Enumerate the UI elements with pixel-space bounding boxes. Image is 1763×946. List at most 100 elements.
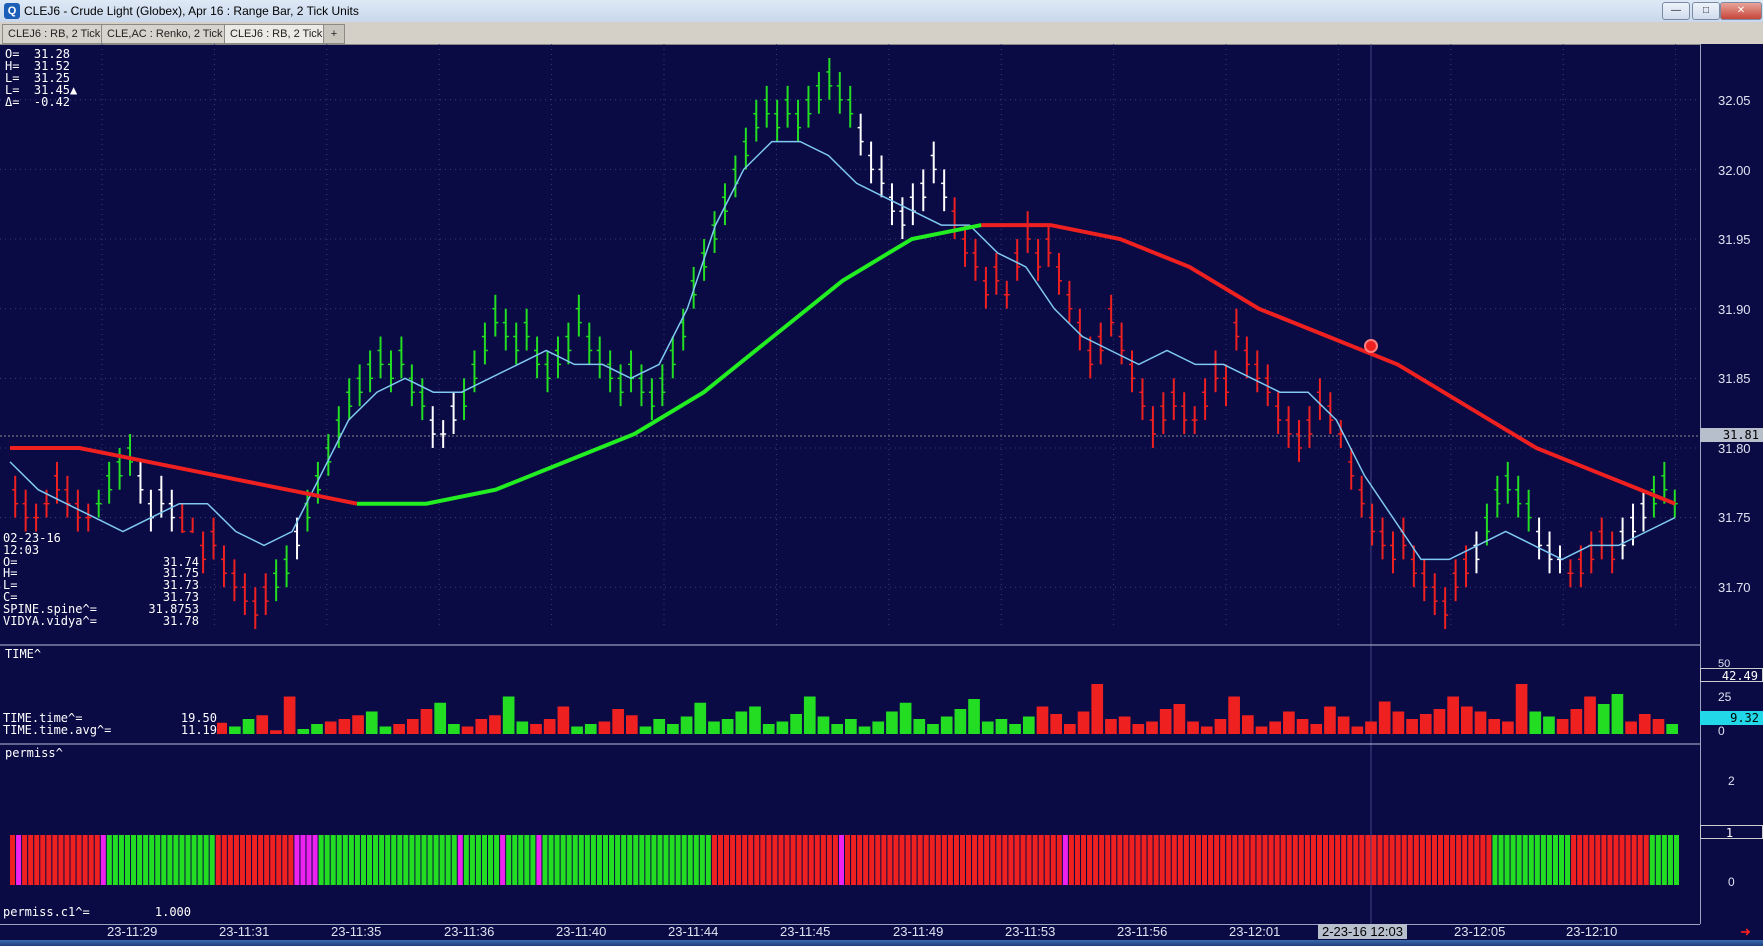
permiss-bar [481,835,488,885]
permiss-bar [1365,835,1371,885]
close-button[interactable]: ✕ [1720,2,1762,20]
time-axis-25: 25 [1718,690,1732,704]
permiss-bar [645,835,651,885]
time-bar [1324,706,1336,734]
time-axis-0: 0 [1718,724,1725,738]
permiss-bar [258,835,264,885]
time-bar [229,726,241,734]
permiss-bar [748,835,754,885]
permiss-bar [972,835,978,885]
permiss-bar [887,835,893,885]
permiss-bar [596,835,602,885]
current-price-box: 31.81 [1700,428,1763,442]
time-bar [311,724,323,734]
permiss-bar [766,835,772,885]
time-bar [1036,706,1049,734]
add-tab-button[interactable]: + [323,24,345,44]
permiss-bar [1226,835,1232,885]
time-bar [297,729,310,734]
permiss-bar [760,835,766,885]
price-label-31-85: 31.85 [1718,371,1751,386]
permiss-bar [451,835,457,885]
permiss-bar [530,835,536,885]
time-bar [612,709,624,734]
price-chart[interactable] [0,44,1700,924]
permiss-bar [796,835,802,885]
permiss-panel-title: permiss^ [5,746,63,760]
permiss-bar [227,835,233,885]
time-bar [639,726,652,734]
minimize-button[interactable]: — [1662,2,1690,20]
time-bar [516,721,529,734]
permiss-bar [590,835,596,885]
time-bar [1009,724,1021,734]
time-bar [475,719,488,734]
permiss-bar [1080,835,1087,885]
permiss-bar [22,835,28,885]
time-bar [1022,716,1035,734]
maximize-button[interactable]: □ [1692,2,1720,20]
permiss-data-window: permiss.c1^= 1.000 [3,906,191,918]
permiss-bar [1153,835,1159,885]
permiss-bar [536,835,542,885]
x-label: 23-11:29 [107,924,158,939]
tab-clej6-rb-2[interactable]: CLEJ6 : RB, 2 Tick [224,24,329,44]
time-bar [927,724,939,734]
permiss-bar [790,835,796,885]
time-bar [489,715,501,734]
time-bar [1187,721,1199,734]
permiss-bar [1268,835,1274,885]
data-value: 31.78 [162,613,199,628]
permiss-bar [1026,835,1032,885]
permiss-bar [1516,835,1522,885]
permiss-bar [10,835,16,885]
permiss-bar [348,835,354,885]
permiss-bar [651,835,657,885]
permiss-bar [1123,835,1129,885]
permiss-bar [506,835,512,885]
permiss-bar [869,835,875,885]
time-bar [845,719,857,734]
time-bar [1091,684,1104,734]
permiss-bar [875,835,881,885]
permiss-bar [1534,835,1540,885]
time-bar [1597,704,1610,734]
tab-clej6-rb-1[interactable]: CLEJ6 : RB, 2 Tick [2,24,107,44]
permiss-bar [360,835,366,885]
permiss-bar [373,835,379,885]
time-bar [1132,724,1145,734]
permiss-bar [1413,835,1419,885]
permiss-bar [252,835,258,885]
time-bar [803,696,816,734]
permiss-bar [1201,835,1208,885]
permiss-bar [94,835,100,885]
time-avg-box: 9.32 [1700,711,1763,725]
time-bar [708,721,720,734]
permiss-bar [1316,835,1323,885]
permiss-bar [1431,835,1437,885]
permiss-bar [500,835,506,885]
time-bar [1638,714,1651,734]
time-bar [1255,726,1268,734]
permiss-bar [1673,835,1679,885]
time-bar [420,709,433,734]
scroll-right-arrow-icon[interactable]: ➜ [1740,925,1758,938]
permiss-bar [1492,835,1498,885]
time-bar [1214,719,1227,734]
permiss-bar [832,835,838,885]
permiss-bar [1329,835,1335,885]
permiss-bar [1607,835,1613,885]
permiss-bar [1141,835,1147,885]
time-bar [1666,724,1678,734]
permiss-bar [203,835,209,885]
time-bar [1460,706,1473,734]
permiss-bar [52,835,58,885]
permiss-bar [990,835,996,885]
time-bar [831,724,843,734]
x-label: 23-11:49 [893,924,944,939]
permiss-bar [488,835,494,885]
tab-cle-ac-renko[interactable]: CLE,AC : Renko, 2 Tick [101,24,229,44]
permiss-bar [1220,835,1226,885]
permiss-bar [76,835,82,885]
permiss-bar [863,835,869,885]
